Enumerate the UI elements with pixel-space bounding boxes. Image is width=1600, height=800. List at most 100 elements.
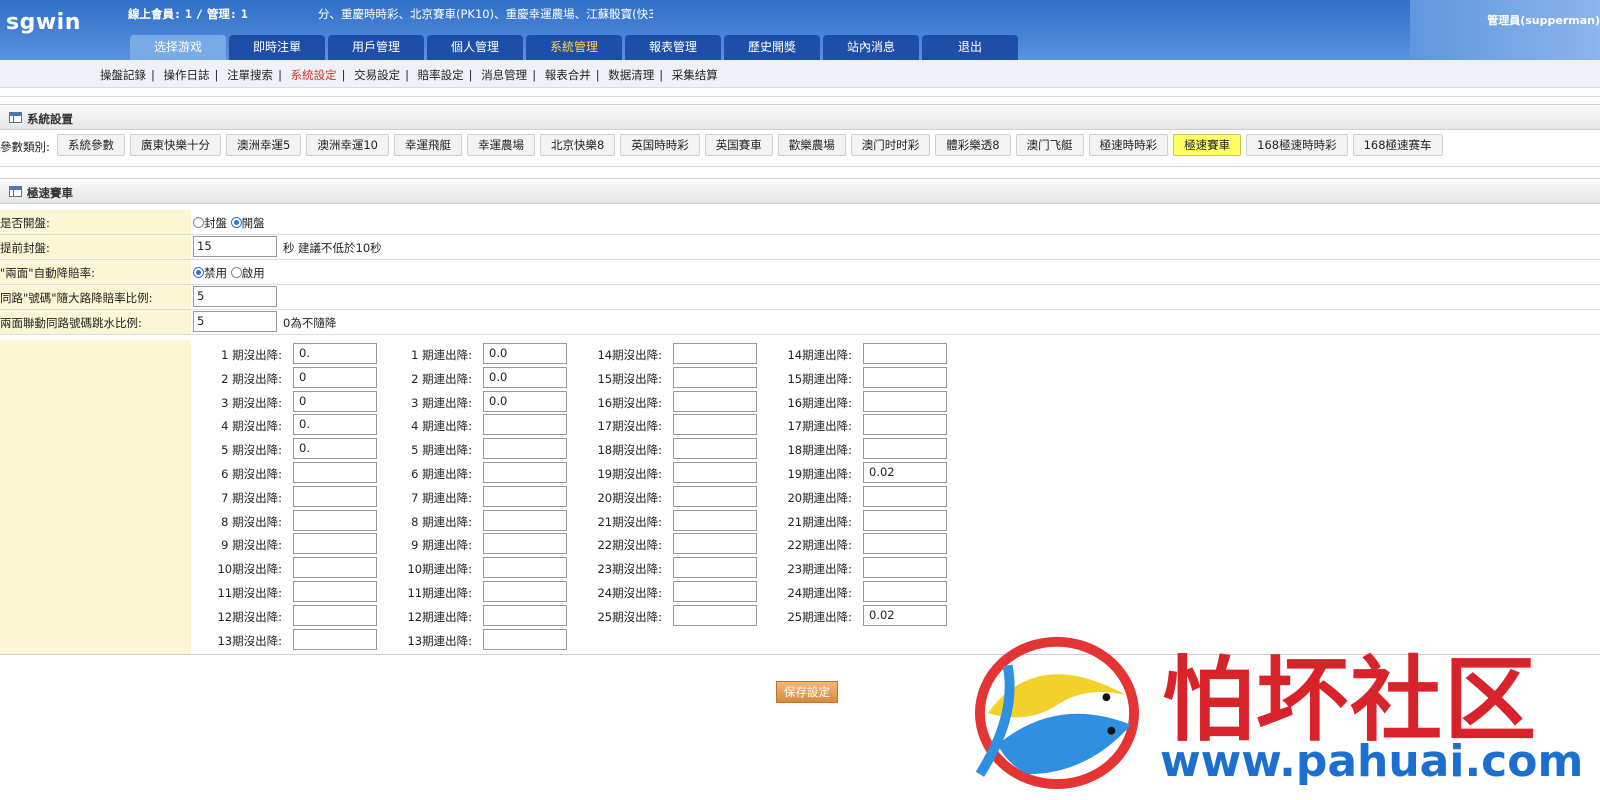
- no-show-reduce-input[interactable]: [673, 509, 757, 531]
- tab-report-management[interactable]: 報表管理: [625, 35, 721, 60]
- no-show-reduce-input[interactable]: 0.: [293, 414, 377, 436]
- no-show-reduce-input[interactable]: [673, 414, 757, 436]
- category-button[interactable]: 澳门飞艇: [1015, 134, 1084, 156]
- no-show-reduce-input[interactable]: [673, 462, 757, 483]
- subnav-trade-records[interactable]: 操盤記錄: [100, 68, 146, 82]
- category-button[interactable]: 系統參數: [57, 134, 125, 156]
- no-show-reduce-input[interactable]: [673, 366, 757, 388]
- category-button[interactable]: 澳洲幸運10: [306, 134, 389, 156]
- no-show-reduce-input[interactable]: [673, 604, 757, 626]
- category-button[interactable]: 幸運飛艇: [393, 134, 462, 156]
- consecutive-reduce-input[interactable]: [483, 628, 567, 650]
- consecutive-reduce-input[interactable]: [483, 557, 567, 579]
- radio-enable[interactable]: [230, 267, 242, 278]
- consecutive-reduce-input[interactable]: 0.0: [483, 366, 567, 388]
- early-close-input[interactable]: 15: [193, 236, 277, 257]
- tab-system-management[interactable]: 系統管理: [526, 35, 622, 60]
- tab-site-messages[interactable]: 站內消息: [823, 35, 919, 60]
- consecutive-reduce-input[interactable]: [483, 581, 567, 602]
- consecutive-reduce-input[interactable]: [863, 533, 947, 555]
- subnav-report-merge[interactable]: 報表合并: [545, 68, 591, 82]
- no-show-reduce-input[interactable]: [293, 462, 377, 483]
- consecutive-reduce-input[interactable]: 0.0: [483, 343, 567, 364]
- subnav-message-management[interactable]: 消息管理: [481, 68, 527, 82]
- tab-user-management[interactable]: 用戶管理: [328, 35, 424, 60]
- linked-ratio-input[interactable]: 5: [193, 311, 277, 332]
- subnav-collect-settle[interactable]: 采集结算: [672, 68, 718, 82]
- consecutive-reduce-input[interactable]: [863, 438, 947, 460]
- no-show-reduce-input[interactable]: [293, 604, 377, 626]
- consecutive-reduce-input[interactable]: [483, 604, 567, 626]
- no-show-reduce-input[interactable]: [293, 485, 377, 507]
- no-show-reduce-input[interactable]: 0: [293, 366, 377, 388]
- early-close-label: 提前封盤:: [0, 235, 191, 259]
- category-button[interactable]: 幸運農場: [466, 134, 535, 156]
- subnav-trade-settings[interactable]: 交易設定: [354, 68, 400, 82]
- category-button[interactable]: 體彩樂透8: [935, 134, 1011, 156]
- no-show-reduce-label: 4 期沒出降:: [221, 419, 282, 434]
- subnav-data-cleanup[interactable]: 数据清理: [608, 68, 654, 82]
- consecutive-reduce-input[interactable]: [863, 509, 947, 531]
- radio-open[interactable]: [230, 217, 242, 228]
- tab-personal-management[interactable]: 個人管理: [427, 35, 523, 60]
- category-button[interactable]: 極速時時彩: [1088, 134, 1169, 156]
- category-button[interactable]: 北京快樂8: [539, 134, 616, 156]
- no-show-reduce-input[interactable]: 0.: [293, 438, 377, 460]
- consecutive-reduce-input[interactable]: 0.02: [863, 462, 947, 483]
- consecutive-reduce-input[interactable]: [483, 485, 567, 507]
- no-show-reduce-input[interactable]: [293, 581, 377, 602]
- tab-logout[interactable]: 退出: [922, 35, 1018, 60]
- category-button[interactable]: 澳门时时彩: [850, 134, 931, 156]
- subnav-bet-search[interactable]: 注單搜索: [227, 68, 273, 82]
- consecutive-reduce-input[interactable]: 0.0: [483, 390, 567, 412]
- consecutive-reduce-input[interactable]: [863, 366, 947, 388]
- same-road-ratio-input[interactable]: 5: [193, 286, 277, 307]
- category-button[interactable]: 168極速時時彩: [1246, 134, 1348, 156]
- no-show-reduce-label: 21期沒出降:: [597, 514, 662, 529]
- consecutive-reduce-input[interactable]: [483, 533, 567, 555]
- no-show-reduce-input[interactable]: [293, 509, 377, 531]
- row-linked-ratio: 兩面聯動同路號碼跳水比例: 5 0為不隨降: [0, 310, 1600, 335]
- tab-select-game[interactable]: 选择游戏: [130, 35, 226, 60]
- tab-history-draws[interactable]: 歷史開獎: [724, 35, 820, 60]
- consecutive-reduce-input[interactable]: [863, 390, 947, 412]
- no-show-reduce-input[interactable]: [673, 438, 757, 460]
- category-button[interactable]: 極速賽車: [1173, 134, 1242, 156]
- consecutive-reduce-input[interactable]: [863, 485, 947, 507]
- subnav-operation-log[interactable]: 操作日誌: [164, 68, 210, 82]
- no-show-reduce-input[interactable]: 0: [293, 390, 377, 412]
- consecutive-reduce-input[interactable]: [483, 462, 567, 483]
- category-button[interactable]: 168極速赛车: [1352, 134, 1443, 156]
- consecutive-reduce-input[interactable]: [483, 509, 567, 531]
- no-show-reduce-input[interactable]: [673, 557, 757, 579]
- no-show-reduce-input[interactable]: [293, 533, 377, 555]
- no-show-reduce-input[interactable]: [673, 485, 757, 507]
- consecutive-reduce-input[interactable]: [863, 557, 947, 579]
- consecutive-reduce-input[interactable]: [863, 343, 947, 364]
- consecutive-reduce-input[interactable]: [483, 438, 567, 460]
- consecutive-reduce-input[interactable]: [863, 581, 947, 602]
- no-show-reduce-input[interactable]: [293, 557, 377, 579]
- no-show-reduce-input[interactable]: 0.: [293, 343, 377, 364]
- subnav-system-settings[interactable]: 系統設定: [291, 68, 337, 82]
- radio-disable[interactable]: [193, 267, 204, 278]
- no-show-reduce-input[interactable]: [673, 390, 757, 412]
- category-button[interactable]: 英国賽車: [704, 134, 773, 156]
- radio-closed[interactable]: [193, 217, 204, 228]
- tab-live-bets[interactable]: 即時注單: [229, 35, 325, 60]
- subnav-odds-settings[interactable]: 賠率設定: [418, 68, 464, 82]
- consecutive-reduce-input[interactable]: 0.02: [863, 604, 947, 626]
- category-button[interactable]: 廣東快樂十分: [130, 134, 221, 156]
- category-button[interactable]: 歡樂農場: [777, 134, 846, 156]
- consecutive-reduce-input[interactable]: [863, 414, 947, 436]
- no-show-reduce-input[interactable]: [673, 343, 757, 364]
- category-button[interactable]: 英国時時彩: [620, 134, 700, 156]
- no-show-reduce-input[interactable]: [293, 628, 377, 650]
- save-button[interactable]: 保存設定: [776, 681, 838, 703]
- no-show-reduce-input[interactable]: [673, 581, 757, 602]
- category-button[interactable]: 澳洲幸運5: [226, 134, 302, 156]
- no-show-reduce-label: 1 期沒出降:: [221, 348, 282, 362]
- consecutive-reduce-input[interactable]: [483, 414, 567, 436]
- no-show-reduce-input[interactable]: [673, 533, 757, 555]
- divider: [0, 96, 1600, 97]
